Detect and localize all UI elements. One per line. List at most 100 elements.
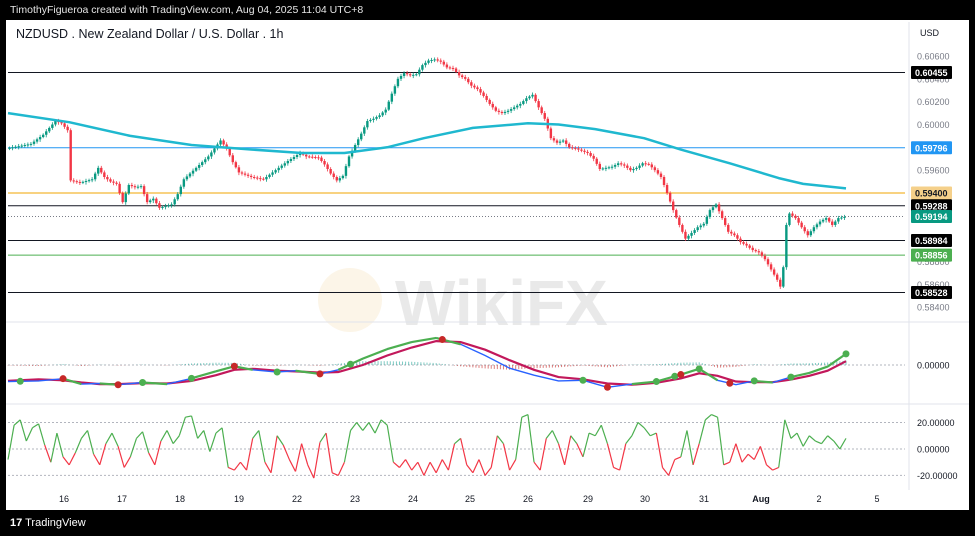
candle-body: [580, 149, 583, 151]
candle-body: [326, 164, 329, 170]
x-tick-label: 19: [234, 494, 244, 504]
macd-cross-dot[interactable]: [230, 362, 238, 370]
candle-body: [512, 107, 516, 110]
candle-body: [638, 165, 641, 168]
candle-body: [525, 98, 528, 102]
oscillator-segment: [368, 422, 376, 434]
candle-body: [390, 93, 394, 102]
oscillator-segment: [753, 446, 761, 460]
macd-cross-dot[interactable]: [787, 373, 795, 381]
candle-body: [54, 121, 57, 125]
candle-body: [115, 182, 118, 184]
macd-cross-dot[interactable]: [59, 375, 67, 383]
macd-cross-dot[interactable]: [188, 374, 196, 382]
candle-body: [176, 194, 179, 200]
macd-cross-dot[interactable]: [677, 371, 685, 379]
macd-cross-dot[interactable]: [726, 379, 734, 387]
candle-body: [48, 127, 51, 132]
oscillator-segment: [662, 467, 670, 476]
candle-body: [699, 225, 702, 228]
oscillator-segment: [62, 456, 70, 466]
macd-cross-dot[interactable]: [114, 381, 122, 389]
oscillator-segment: [821, 435, 829, 445]
macd-cross-dot[interactable]: [671, 372, 679, 380]
macd-cross-dot[interactable]: [579, 376, 587, 384]
candle-body: [280, 165, 283, 168]
x-tick-label: 18: [175, 494, 185, 504]
candle-body: [519, 103, 522, 106]
candle-body: [277, 167, 280, 171]
candle-body: [748, 245, 751, 248]
macd-cross-dot[interactable]: [842, 350, 850, 358]
price-label: 0.59194: [915, 212, 948, 222]
oscillator-segment: [778, 419, 786, 468]
oscillator-segment: [576, 443, 584, 458]
candle-body: [711, 207, 715, 211]
symbol-title[interactable]: NZDUSD . New Zealand Dollar / U.S. Dolla…: [16, 27, 283, 41]
macd-cross-dot[interactable]: [16, 377, 24, 385]
candle-body: [45, 131, 48, 135]
candle-body: [75, 181, 79, 183]
oscillator-segment: [490, 435, 498, 468]
moving-average-line[interactable]: [7, 111, 847, 190]
oscillator-segment: [711, 414, 718, 418]
oscillator-segment: [270, 435, 278, 473]
x-tick-label: 25: [465, 494, 475, 504]
candle-body: [29, 143, 33, 145]
oscillator-segment: [716, 417, 725, 465]
candle-body: [537, 101, 540, 108]
x-tick-label: 31: [699, 494, 709, 504]
oscillator-segment: [466, 464, 474, 474]
candle-body: [197, 165, 201, 168]
macd-cross-dot[interactable]: [139, 379, 147, 386]
oscillator-segment: [741, 453, 749, 463]
chart-canvas[interactable]: WikiFXUSD0.606000.604000.602000.600000.5…: [0, 0, 975, 536]
macd-cross-dot[interactable]: [695, 365, 703, 373]
candle-body: [332, 173, 335, 177]
candle-body: [433, 59, 436, 61]
candle-body: [78, 181, 82, 183]
oscillator-segment: [631, 422, 639, 436]
candle-body: [754, 250, 757, 252]
candle-body: [647, 163, 650, 165]
macd-cross-dot[interactable]: [316, 370, 324, 378]
macd-cross-dot[interactable]: [652, 378, 660, 386]
candle-body: [678, 217, 681, 225]
candle-body: [800, 222, 803, 228]
candle-body: [574, 147, 577, 149]
oscillator-segment: [417, 461, 425, 476]
candle-body: [714, 204, 718, 208]
macd-cross-dot[interactable]: [603, 383, 611, 391]
oscillator-segment: [50, 432, 58, 463]
candle-body: [93, 173, 97, 180]
price-label: 0.59288: [915, 201, 948, 211]
candle-body: [142, 186, 146, 195]
macd-cross-dot[interactable]: [273, 368, 281, 376]
candle-body: [528, 96, 531, 99]
macd-cross-dot[interactable]: [750, 377, 758, 385]
candle-body: [702, 223, 705, 226]
candle-body: [812, 227, 816, 232]
candle-body: [708, 210, 712, 217]
candle-body: [393, 86, 397, 94]
oscillator-segment: [319, 432, 327, 443]
tradingview-logo[interactable]: 17 TradingView: [10, 517, 86, 529]
oscillator-segment: [827, 435, 835, 442]
candle-body: [194, 167, 198, 171]
oscillator-segment: [99, 443, 107, 466]
candle-body: [454, 68, 458, 72]
macd-cross-dot[interactable]: [347, 360, 355, 368]
candle-body: [650, 164, 653, 168]
candle-body: [228, 148, 231, 156]
oscillator-segment: [148, 452, 156, 466]
oscillator-segment: [637, 422, 645, 429]
oscillator-segment: [32, 423, 39, 429]
oscillator-segment: [325, 433, 333, 473]
oscillator-segment: [245, 438, 254, 471]
oscillator-segment: [258, 430, 266, 463]
oscillator-segment: [129, 438, 138, 458]
candle-body: [564, 140, 568, 144]
candle-body: [821, 219, 825, 222]
candle-body: [665, 184, 669, 193]
macd-cross-dot[interactable]: [438, 336, 446, 344]
